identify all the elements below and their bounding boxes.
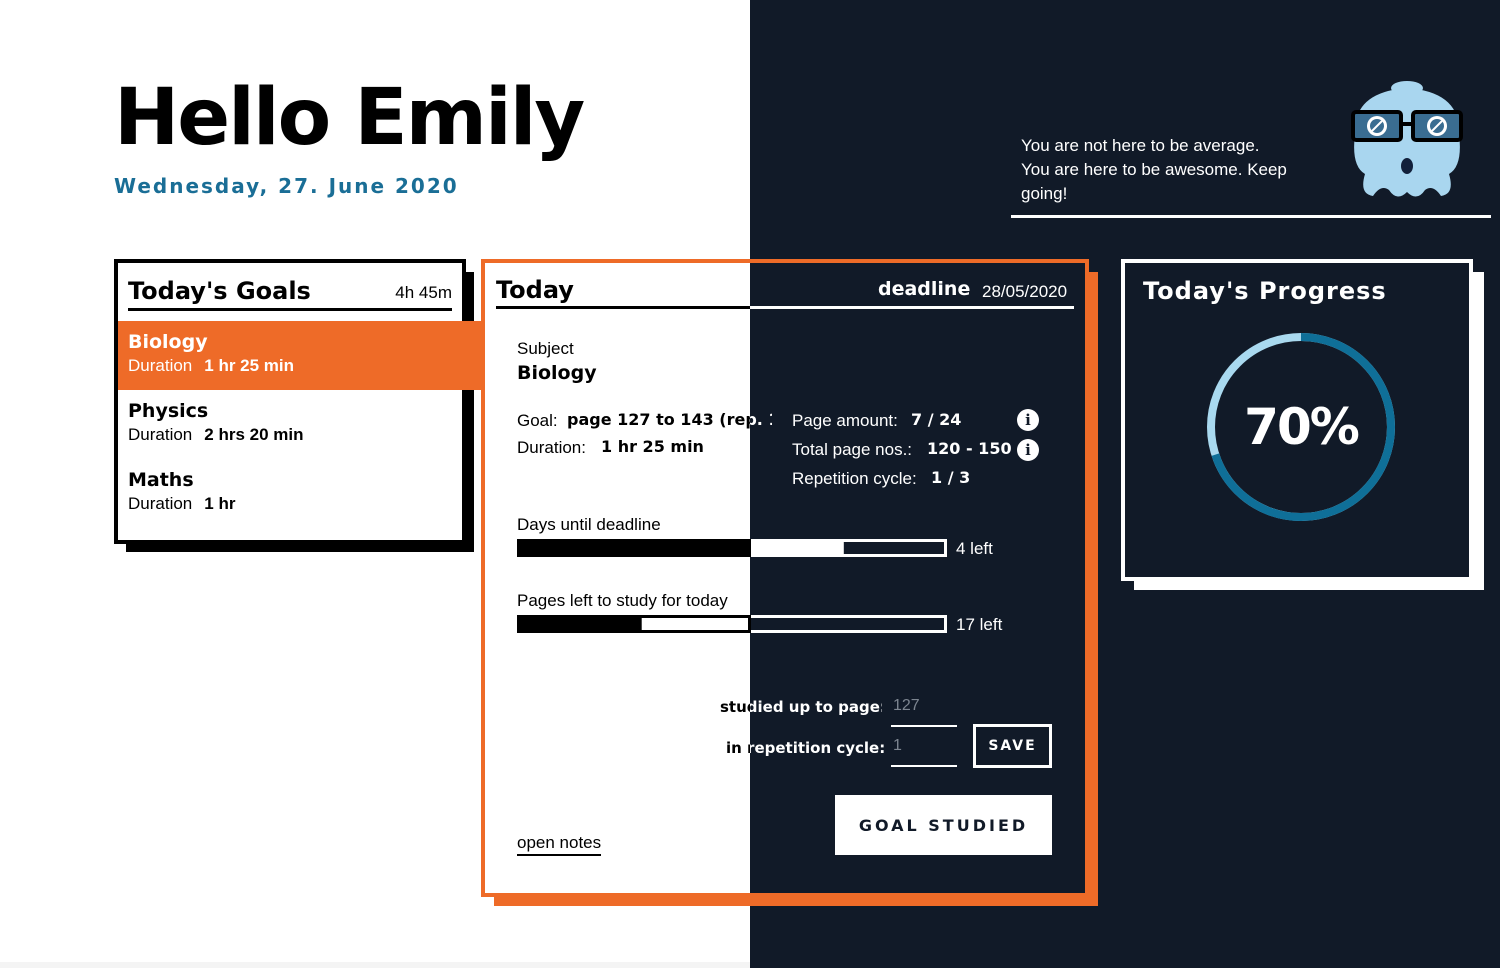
goal-subject: Maths <box>128 469 194 491</box>
goal-duration-label: Duration <box>128 494 193 513</box>
goal-subject: Biology <box>128 331 208 353</box>
current-date: Wednesday, 27. June 2020 <box>114 174 459 198</box>
motivation-quote: You are not here to be average. You are … <box>1021 134 1321 206</box>
today-header-rule-dark <box>750 306 1074 309</box>
greeting-heading: Hello Emily <box>114 73 585 163</box>
days-until-deadline-label: Days until deadline <box>517 515 661 534</box>
pages-left-label: Pages left to study for today <box>517 591 728 610</box>
nerd-mascot-icon <box>1351 81 1463 197</box>
goal-subject: Physics <box>128 400 209 422</box>
studied-page-input[interactable]: 127 <box>893 697 920 715</box>
total-pages-info-icon[interactable]: i <box>1017 439 1039 461</box>
page-amount-value: 7 / 24 <box>911 410 962 429</box>
subject-value: Biology <box>517 362 597 384</box>
progress-percent: 70% <box>1244 398 1360 456</box>
total-pages-value: 120 - 150 <box>927 439 1012 458</box>
goal-value-mirror: page 127 to 143 (rep. 1) <box>750 410 772 429</box>
days-progress-bar <box>517 539 947 557</box>
deadline-label: deadline <box>878 278 971 300</box>
cycle-label-dark-part: in repetition cycle: <box>726 739 750 757</box>
page-amount-info-icon[interactable]: i <box>1017 409 1039 431</box>
goals-title: Today's Goals <box>128 277 311 305</box>
today-title: Today <box>496 276 574 304</box>
goals-card-header: Today's Goals 4h 45m <box>128 277 452 311</box>
footer-strip <box>0 962 750 968</box>
repetition-label: Repetition cycle: <box>792 469 917 488</box>
goal-value: page 127 to 143 (rep. 1) <box>567 410 750 429</box>
studied-label-dark-part: studied up to page: <box>720 698 750 716</box>
todays-goals-card: Today's Goals 4h 45m Biology Duration 1 h… <box>114 259 484 544</box>
quote-divider <box>1011 215 1491 218</box>
goals-total-time: 4h 45m <box>395 283 452 302</box>
repetition-cycle-input[interactable]: 1 <box>893 737 902 755</box>
goal-studied-button[interactable]: GOAL STUDIED <box>835 795 1052 855</box>
days-left: 4 left <box>956 539 993 558</box>
open-notes-link[interactable]: open notes <box>517 832 602 856</box>
goal-item-physics[interactable]: Physics Duration 2 hrs 20 min <box>118 390 462 459</box>
studied-label: studied up to page:studied up to page: <box>720 698 882 716</box>
subject-label: Subject <box>517 339 574 358</box>
goal-label: Goal: <box>517 411 558 430</box>
cycle-label-light-part: in repetition cycle: <box>750 739 886 757</box>
deadline-date: 28/05/2020 <box>982 282 1068 301</box>
quote-line-1: You are not here to be average. <box>1021 136 1260 155</box>
goal-duration: 1 hr 25 min <box>204 356 295 375</box>
goal-value-tail: page 127 to 143 (rep. 1) <box>750 410 772 429</box>
studied-input-underline <box>891 725 957 727</box>
todays-progress-card: Today's Progress 70% <box>1121 259 1473 581</box>
repetition-value: 1 / 3 <box>931 468 971 487</box>
progress-title: Today's Progress <box>1143 277 1387 305</box>
save-button[interactable]: SAVE <box>973 724 1052 768</box>
duration-label: Duration: <box>517 438 586 457</box>
goal-item-biology[interactable]: Biology Duration 1 hr 25 min <box>118 321 484 390</box>
today-header-rule <box>496 306 750 309</box>
total-pages-label: Total page nos.: <box>792 440 913 459</box>
studied-label-light-part: studied up to page: <box>750 698 882 716</box>
quote-line-2: You are here to be awesome. Keep going! <box>1021 160 1287 203</box>
pages-left: 17 left <box>956 615 1003 634</box>
page-amount-label: Page amount: <box>792 411 898 430</box>
cycle-label: in repetition cycle:in repetition cycle: <box>726 739 890 757</box>
goal-duration-label: Duration <box>128 425 193 444</box>
goal-item-maths[interactable]: Maths Duration 1 hr <box>118 459 462 528</box>
cycle-input-underline <box>891 765 957 767</box>
goal-duration-label: Duration <box>128 356 193 375</box>
pages-progress-bar <box>517 615 947 633</box>
goal-duration: 2 hrs 20 min <box>204 425 304 444</box>
duration-value: 1 hr 25 min <box>601 437 704 456</box>
goal-duration: 1 hr <box>204 494 236 513</box>
